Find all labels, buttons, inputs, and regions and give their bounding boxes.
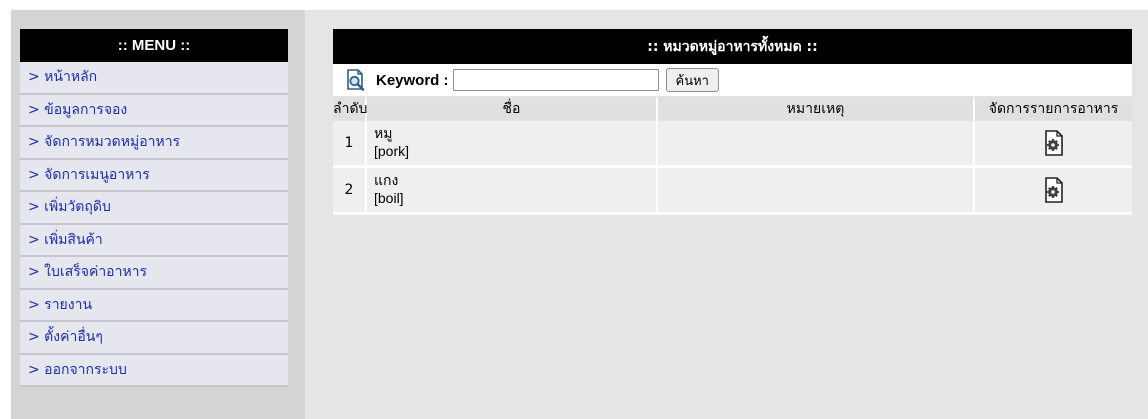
row-note (657, 121, 975, 168)
row-name-cell: แกง [boil] (366, 166, 658, 215)
column-header-note: หมายเหตุ (657, 97, 975, 121)
category-name-en: [boil] (374, 190, 404, 206)
search-document-icon (347, 69, 365, 91)
keyword-label: Keyword : (376, 71, 449, 89)
main-content: :: หมวดหมู่อาหารทั้งหมด :: Keyword : ค้น… (333, 29, 1132, 215)
menu-item-manage-menu[interactable]: > จัดการเมนูอาหาร (20, 159, 288, 192)
row-note (657, 166, 975, 215)
table-header-row: ลำดับ ชื่อ หมายเหตุ จัดการรายการอาหาร (333, 97, 1132, 121)
keyword-input[interactable] (452, 69, 659, 91)
column-header-manage: จัดการรายการอาหาร (974, 97, 1132, 121)
search-button[interactable]: ค้นหา (665, 68, 719, 92)
row-number: 1 (333, 121, 367, 168)
row-manage-cell (974, 166, 1132, 215)
menu-item-add-product[interactable]: > เพิ่มสินค้า (20, 224, 288, 257)
menu-item-reports[interactable]: > รายงาน (20, 289, 288, 322)
page-title: :: หมวดหมู่อาหารทั้งหมด :: (333, 29, 1132, 64)
category-table: ลำดับ ชื่อ หมายเหตุ จัดการรายการอาหาร 1 … (333, 97, 1132, 215)
menu-item-logout[interactable]: > ออกจากระบบ (20, 354, 288, 387)
gear-document-icon[interactable] (1043, 129, 1065, 157)
menu-item-manage-categories[interactable]: > จัดการหมวดหมู่อาหาร (20, 127, 288, 160)
table-row: 2 แกง [boil] (333, 166, 1132, 215)
sidebar-menu: :: MENU :: > หน้าหลัก > ข้อมูลการจอง > จ… (20, 29, 288, 387)
search-bar: Keyword : ค้นหา (333, 64, 1132, 97)
row-number: 2 (333, 166, 367, 215)
table-row: 1 หมู [pork] (333, 121, 1132, 168)
menu-item-settings[interactable]: > ตั้งค่าอื่นๆ (20, 322, 288, 355)
menu-title: :: MENU :: (20, 29, 288, 62)
row-manage-cell (974, 121, 1132, 168)
row-name-cell: หมู [pork] (366, 121, 658, 168)
menu-item-home[interactable]: > หน้าหลัก (20, 62, 288, 95)
column-header-name: ชื่อ (366, 97, 658, 121)
menu-item-booking-info[interactable]: > ข้อมูลการจอง (20, 94, 288, 127)
menu-item-add-ingredient[interactable]: > เพิ่มวัตถุดิบ (20, 192, 288, 225)
column-header-order: ลำดับ (333, 97, 367, 121)
menu-item-receipts[interactable]: > ใบเสร็จค่าอาหาร (20, 257, 288, 290)
gear-document-icon[interactable] (1043, 176, 1065, 204)
category-name: แกง (374, 173, 399, 189)
category-name-en: [pork] (374, 143, 410, 159)
category-name: หมู (374, 126, 393, 142)
